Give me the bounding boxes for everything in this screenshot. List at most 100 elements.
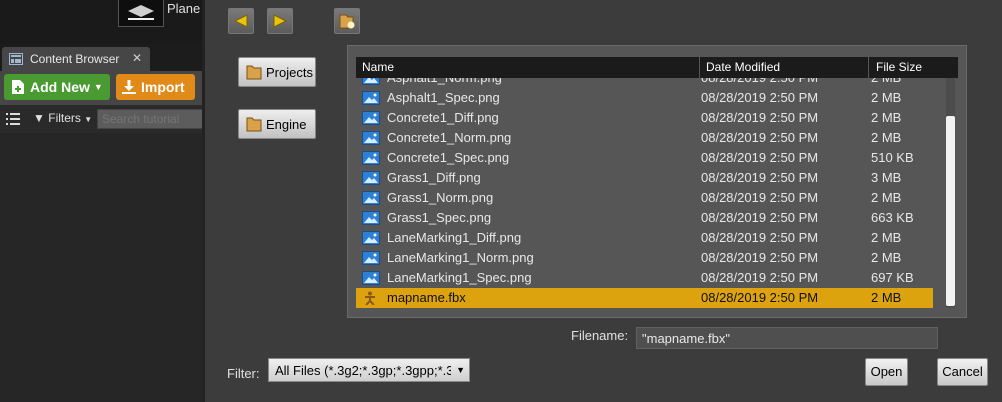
file-row[interactable]: Concrete1_Norm.png 08/28/2019 2:50 PM 2 MB xyxy=(356,128,933,148)
file-date-modified: 08/28/2019 2:50 PM xyxy=(701,190,819,205)
file-size: 2 MB xyxy=(871,130,902,145)
plane-shape-icon xyxy=(128,5,154,20)
list-view-icon[interactable] xyxy=(6,112,22,126)
file-date-modified: 08/28/2019 2:50 PM xyxy=(701,130,819,145)
back-button[interactable] xyxy=(228,8,254,34)
import-button[interactable]: Import xyxy=(116,74,195,100)
arrow-left-icon xyxy=(233,14,248,28)
file-date-modified: 08/28/2019 2:50 PM xyxy=(701,230,819,245)
open-file-dialog: Projects Engine Name Date Modified File … xyxy=(202,0,1002,402)
content-browser-panel: Plane Content Browser ✕ Add New ▼ Import… xyxy=(0,0,205,402)
chevron-down-icon: ▼ xyxy=(84,115,93,124)
file-size: 2 MB xyxy=(871,290,902,305)
file-date-modified: 08/28/2019 2:50 PM xyxy=(701,270,819,285)
file-size: 697 KB xyxy=(871,270,914,285)
folder-icon xyxy=(246,117,262,132)
asset-strip: Plane xyxy=(0,0,202,44)
column-header-name[interactable]: Name xyxy=(362,60,394,74)
import-label: Import xyxy=(141,79,185,95)
chevron-down-icon: ▼ xyxy=(93,82,103,92)
file-type-filter-select[interactable]: All Files (*.3g2;*.3gp;*.3gpp;*.3g ▼ xyxy=(268,358,470,382)
column-divider[interactable] xyxy=(868,57,869,78)
add-new-button[interactable]: Add New ▼ xyxy=(4,74,110,100)
tab-bar: Content Browser ✕ xyxy=(0,44,202,71)
image-file-icon xyxy=(362,251,380,268)
file-date-modified: 08/28/2019 2:50 PM xyxy=(701,210,819,225)
file-date-modified: 08/28/2019 2:50 PM xyxy=(701,290,819,305)
engine-label: Engine xyxy=(266,116,307,132)
file-size: 2 MB xyxy=(871,90,902,105)
file-date-modified: 08/28/2019 2:50 PM xyxy=(701,170,819,185)
projects-place-button[interactable]: Projects xyxy=(238,57,316,87)
file-size: 2 MB xyxy=(871,230,902,245)
column-header-size[interactable]: File Size xyxy=(876,60,922,74)
file-row[interactable]: Grass1_Spec.png 08/28/2019 2:50 PM 663 KB xyxy=(356,208,933,228)
forward-button[interactable] xyxy=(267,8,293,34)
filename-label: Filename: xyxy=(571,328,629,343)
filter-row: ▼ Filters ▼ xyxy=(0,105,205,133)
new-file-icon xyxy=(12,80,24,94)
file-size: 2 MB xyxy=(871,78,901,85)
file-name: Concrete1_Spec.png xyxy=(387,150,510,165)
close-icon[interactable]: ✕ xyxy=(132,51,142,65)
new-folder-icon xyxy=(339,14,355,29)
search-input[interactable] xyxy=(97,109,205,129)
file-row[interactable]: Grass1_Diff.png 08/28/2019 2:50 PM 3 MB xyxy=(356,168,933,188)
filters-dropdown[interactable]: ▼ Filters ▼ xyxy=(33,111,92,125)
file-row[interactable]: mapname.fbx 08/28/2019 2:50 PM 2 MB xyxy=(356,288,933,308)
file-row[interactable]: LaneMarking1_Diff.png 08/28/2019 2:50 PM 2… xyxy=(356,228,933,248)
open-button[interactable]: Open xyxy=(865,358,908,386)
file-row[interactable]: Asphalt1_Spec.png 08/28/2019 2:50 PM 2 MB xyxy=(356,88,933,108)
file-row[interactable]: Concrete1_Spec.png 08/28/2019 2:50 PM 510 … xyxy=(356,148,933,168)
content-browser-toolbar: Add New ▼ Import xyxy=(0,71,202,105)
file-date-modified: 08/28/2019 2:50 PM xyxy=(701,250,819,265)
file-list-header: Name Date Modified File Size xyxy=(356,57,958,78)
fbx-file-icon xyxy=(362,291,378,308)
file-name: LaneMarking1_Diff.png xyxy=(387,230,522,245)
projects-label: Projects xyxy=(266,64,313,80)
plane-asset-label: Plane xyxy=(167,1,201,16)
file-row[interactable]: Asphalt1_Norm.png 08/28/2019 2:50 PM 2 MB xyxy=(356,78,933,88)
file-name: Grass1_Diff.png xyxy=(387,170,481,185)
filter-label: Filter: xyxy=(227,366,260,381)
file-list: Name Date Modified File Size Asphalt1_No… xyxy=(347,45,967,318)
file-row[interactable]: LaneMarking1_Spec.png 08/28/2019 2:50 PM 6… xyxy=(356,268,933,288)
filters-label: Filters xyxy=(48,111,81,125)
file-row[interactable]: LaneMarking1_Norm.png 08/28/2019 2:50 PM 2… xyxy=(356,248,933,268)
file-name: Grass1_Norm.png xyxy=(387,190,494,205)
file-rows: Asphalt1_Norm.png08/28/2019 2:50 PM2 MBA… xyxy=(356,78,933,310)
image-file-icon xyxy=(362,211,380,228)
file-name: mapname.fbx xyxy=(387,290,466,305)
scrollbar-thumb[interactable] xyxy=(946,116,955,306)
plane-asset-thumbnail[interactable] xyxy=(118,0,164,27)
column-divider[interactable] xyxy=(699,57,700,78)
tab-label: Content Browser xyxy=(30,52,120,66)
file-name: Grass1_Spec.png xyxy=(387,210,492,225)
image-file-icon xyxy=(362,131,380,148)
filter-value: All Files (*.3g2;*.3gp;*.3gpp;*.3g xyxy=(275,363,451,378)
download-icon xyxy=(122,80,136,94)
file-name: Concrete1_Norm.png xyxy=(387,130,512,145)
tab-content-browser[interactable]: Content Browser ✕ xyxy=(2,47,150,71)
column-header-date[interactable]: Date Modified xyxy=(706,60,780,74)
engine-place-button[interactable]: Engine xyxy=(238,109,316,139)
new-folder-button[interactable] xyxy=(334,8,360,34)
content-browser-icon xyxy=(9,53,23,65)
file-size: 2 MB xyxy=(871,250,902,265)
folder-icon xyxy=(246,65,262,80)
arrow-right-icon xyxy=(273,14,288,28)
funnel-icon: ▼ xyxy=(33,111,45,125)
scrollbar[interactable] xyxy=(946,78,955,308)
chevron-down-icon: ▼ xyxy=(456,365,465,375)
cancel-button[interactable]: Cancel xyxy=(937,358,988,386)
file-date-modified: 08/28/2019 2:50 PM xyxy=(701,110,819,125)
file-size: 3 MB xyxy=(871,170,902,185)
file-name: Asphalt1_Spec.png xyxy=(387,90,500,105)
image-file-icon xyxy=(362,231,380,248)
file-row[interactable]: Concrete1_Diff.png 08/28/2019 2:50 PM 2 MB xyxy=(356,108,933,128)
file-row[interactable]: Grass1_Norm.png 08/28/2019 2:50 PM 2 MB xyxy=(356,188,933,208)
file-date-modified: 08/28/2019 2:50 PM xyxy=(701,78,818,85)
file-name: Concrete1_Diff.png xyxy=(387,110,499,125)
file-date-modified: 08/28/2019 2:50 PM xyxy=(701,90,819,105)
filename-field[interactable] xyxy=(636,327,938,349)
